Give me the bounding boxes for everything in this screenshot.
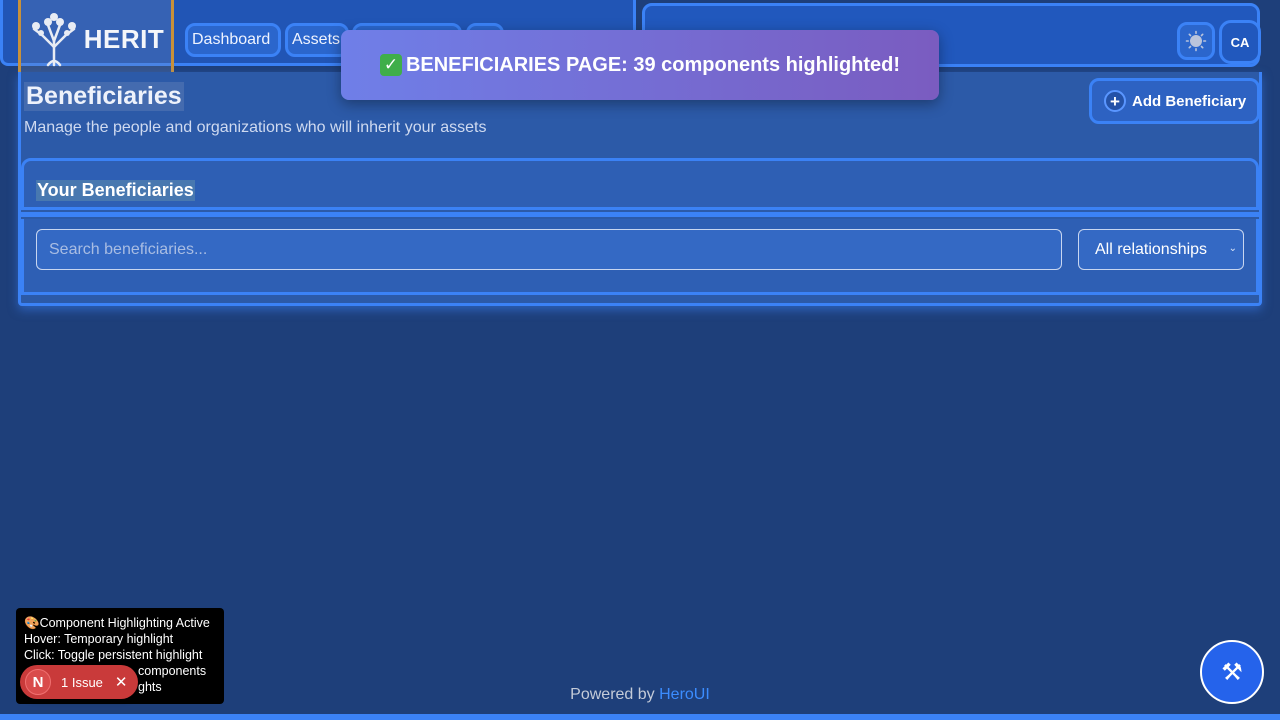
add-beneficiary-button[interactable]: + Add Beneficiary xyxy=(1089,78,1260,124)
debug-line: 🎨Component Highlighting Active xyxy=(24,616,210,630)
relationship-filter-select[interactable]: All relationships ⌄ xyxy=(1078,229,1244,270)
nav-link-dashboard[interactable]: Dashboard xyxy=(185,23,281,57)
debug-line: Hover: Temporary highlight xyxy=(24,632,174,646)
issues-label: 1 Issue xyxy=(61,674,103,690)
chevron-down-icon: ⌄ xyxy=(1228,243,1237,254)
heroui-link[interactable]: HeroUI xyxy=(659,686,710,703)
dev-tools-button[interactable]: ⚒ xyxy=(1200,640,1264,704)
page-subtitle: Manage the people and organizations who … xyxy=(24,119,487,136)
search-input[interactable] xyxy=(36,229,1062,270)
logo-text: HERIT xyxy=(83,23,165,54)
palette-icon: 🎨 xyxy=(24,616,40,630)
card-divider xyxy=(21,212,1259,217)
check-icon: ✓ xyxy=(379,54,402,76)
nav-link-assets[interactable]: Assets xyxy=(285,23,349,57)
relationship-filter-value: All relationships xyxy=(1095,240,1208,258)
highlight-toast: ✓ BENEFICIARIES PAGE: 39 components high… xyxy=(341,30,939,100)
card-title: Your Beneficiaries xyxy=(36,180,195,201)
debug-line: Click: Toggle persistent highlight xyxy=(24,648,203,662)
plus-icon: + xyxy=(1104,90,1126,112)
close-icon[interactable]: ✕ xyxy=(115,673,128,691)
page-title: Beneficiaries xyxy=(24,82,184,111)
avatar[interactable]: CA xyxy=(1219,20,1261,64)
hammer-wrench-icon: ⚒ xyxy=(1221,658,1243,686)
issues-badge[interactable]: N 1 Issue ✕ xyxy=(20,665,138,699)
nextjs-logo-icon: N xyxy=(25,669,51,695)
tree-logo-icon xyxy=(31,13,76,67)
footer-prefix: Powered by xyxy=(570,686,655,703)
bottom-border xyxy=(0,714,1280,720)
card-header xyxy=(21,158,1259,210)
sun-icon xyxy=(1185,30,1207,52)
toast-message: BENEFICIARIES PAGE: 39 components highli… xyxy=(405,53,901,76)
add-beneficiary-label: Add Beneficiary xyxy=(1132,92,1247,110)
theme-toggle-button[interactable] xyxy=(1177,22,1215,60)
